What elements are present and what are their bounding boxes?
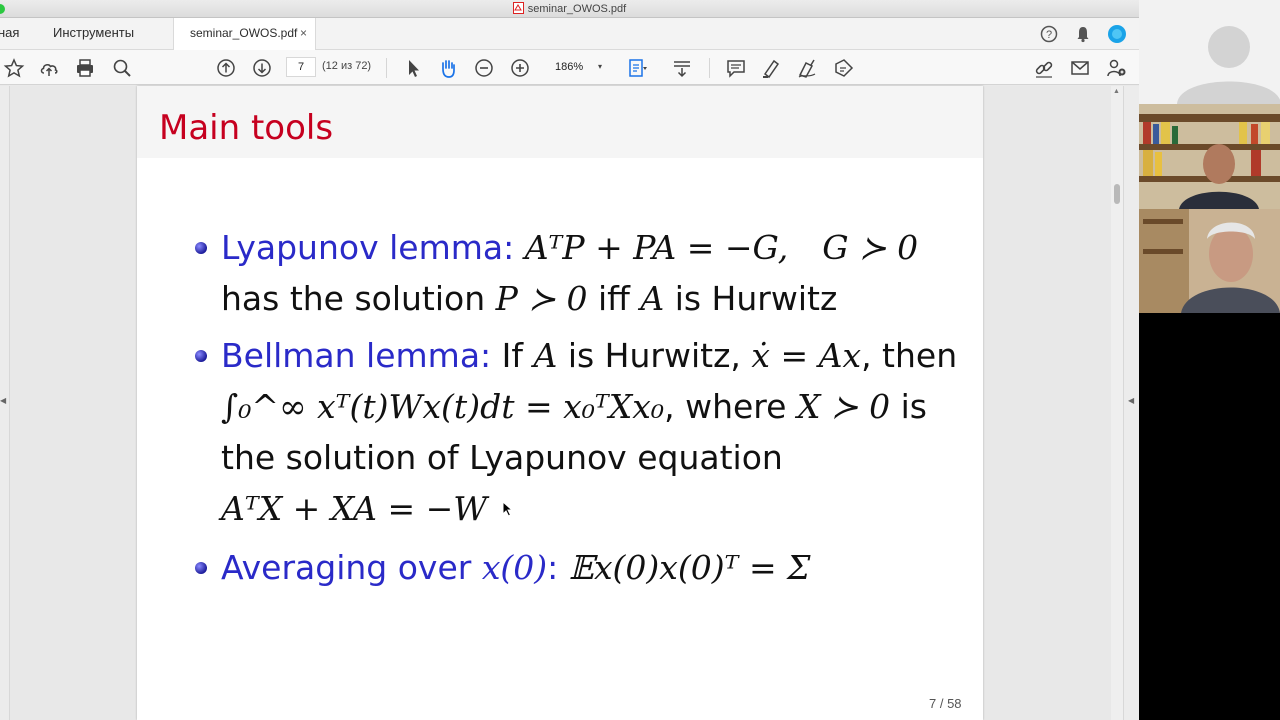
highlight-pen-icon[interactable] xyxy=(760,57,782,79)
print-icon[interactable] xyxy=(74,57,96,79)
static-text: , then xyxy=(861,336,958,375)
scroll-up-arrow-icon[interactable]: ▲ xyxy=(1113,88,1120,95)
static-text: If xyxy=(491,336,534,375)
list-item: Lyapunov lemma: AᵀP + PA = −G, G ≻ 0 has … xyxy=(191,222,971,324)
page-count-label: (12 из 72) xyxy=(322,60,372,72)
next-page-icon[interactable] xyxy=(251,57,273,79)
pdf-file-icon xyxy=(512,2,524,14)
help-icon[interactable]: ? xyxy=(1039,24,1059,44)
add-user-icon[interactable] xyxy=(1105,57,1127,79)
window-zoom-button[interactable] xyxy=(0,4,5,14)
slide-title: Main tools xyxy=(159,108,334,148)
static-text: , where xyxy=(664,387,797,426)
email-icon[interactable] xyxy=(1069,57,1091,79)
math-equation: G ≻ 0 xyxy=(822,228,919,267)
slide-line: Averaging over x(0): 𝔼x(0)x(0)ᵀ = Σ xyxy=(221,542,971,593)
zoom-level-select[interactable]: 186% ▾ xyxy=(540,57,610,77)
bookmark-star-icon[interactable] xyxy=(3,57,25,79)
svg-text:?: ? xyxy=(1046,29,1052,41)
scrollbar-thumb[interactable] xyxy=(1114,184,1120,204)
select-pointer-icon[interactable] xyxy=(402,57,424,79)
vertical-scrollbar[interactable]: ▲ xyxy=(1111,86,1123,720)
right-panel-toggle[interactable]: ◀ xyxy=(1123,86,1139,720)
chevron-left-icon: ◀ xyxy=(0,396,7,405)
fill-sign-icon[interactable] xyxy=(832,57,854,79)
toolbar-divider xyxy=(386,58,387,78)
participant-video-image xyxy=(1139,104,1280,209)
document-area[interactable]: ◀ Main tools Lyapunov lemma: AᵀP + PA = … xyxy=(0,86,1139,720)
fit-page-icon[interactable] xyxy=(626,57,648,79)
share-link-icon[interactable] xyxy=(1033,57,1055,79)
math-expression: X ≻ 0 xyxy=(796,387,891,426)
hand-tool-icon[interactable] xyxy=(437,57,459,79)
slide-line: ∫₀^∞ xᵀ(t)Wx(t)dt = x₀ᵀXx₀, where X ≻ 0 … xyxy=(221,381,971,432)
video-tile-participant[interactable] xyxy=(1139,104,1280,209)
video-tile-empty xyxy=(1139,313,1280,720)
left-panel-toggle[interactable]: ◀ xyxy=(0,86,10,720)
user-silhouette-icon xyxy=(1139,0,1280,104)
math-equation: AᵀP + PA = −G, xyxy=(524,228,789,267)
item-label-colon: : xyxy=(547,548,559,587)
bullet-icon xyxy=(195,350,207,362)
static-text: is Hurwitz xyxy=(664,279,838,318)
item-label-text: Averaging over xyxy=(221,548,482,587)
slide-line: has the solution P ≻ 0 iff A is Hurwitz xyxy=(221,273,971,324)
pdf-viewer-window: seminar_OWOS.pdf ная Инструменты seminar… xyxy=(0,0,1139,720)
notification-bell-icon[interactable] xyxy=(1073,24,1093,44)
window-title: seminar_OWOS.pdf xyxy=(527,3,627,15)
slide-line: Bellman lemma: If A is Hurwitz, ẋ = Ax, … xyxy=(221,330,971,381)
static-text: iff xyxy=(587,279,641,318)
page-number-input[interactable]: 7 xyxy=(286,57,316,77)
chevron-down-icon: ▾ xyxy=(597,62,602,71)
math-expression: x(0) xyxy=(481,548,548,587)
mouse-cursor-icon xyxy=(502,501,514,517)
tab-document[interactable]: seminar_OWOS.pdf × xyxy=(173,18,316,50)
tab-document-label: seminar_OWOS.pdf xyxy=(190,26,298,40)
main-toolbar: 7 (12 из 72) 186% ▾ xyxy=(0,50,1139,85)
upload-cloud-icon[interactable] xyxy=(38,57,60,79)
tab-home[interactable]: ная xyxy=(0,18,19,50)
math-equation: AᵀX + XA = −W xyxy=(221,489,488,528)
chevron-left-icon: ◀ xyxy=(1128,396,1135,405)
sign-icon[interactable] xyxy=(796,57,818,79)
slide-body: Lyapunov lemma: AᵀP + PA = −G, G ≻ 0 has … xyxy=(191,222,971,593)
search-icon[interactable] xyxy=(111,57,133,79)
item-label: Lyapunov lemma: xyxy=(221,228,515,267)
tab-tools[interactable]: Инструменты xyxy=(53,18,134,50)
item-label: Bellman lemma: xyxy=(221,336,492,375)
tab-bar: ная Инструменты seminar_OWOS.pdf × ? xyxy=(0,18,1139,50)
toolbar-divider xyxy=(709,58,710,78)
math-equation: 𝔼x(0)x(0)ᵀ = Σ xyxy=(568,548,811,587)
slide-title-bar: Main tools xyxy=(137,86,983,158)
bullet-icon xyxy=(195,562,207,574)
list-item: Bellman lemma: If A is Hurwitz, ẋ = Ax, … xyxy=(191,330,971,534)
slide-page-number: 7 / 58 xyxy=(929,696,962,711)
list-item: Averaging over x(0): 𝔼x(0)x(0)ᵀ = Σ xyxy=(191,542,971,593)
item-label: Averaging over x(0): xyxy=(221,548,558,587)
pdf-page: Main tools Lyapunov lemma: AᵀP + PA = −G… xyxy=(137,86,983,720)
bullet-icon xyxy=(195,242,207,254)
static-text: is xyxy=(890,387,927,426)
math-expression: A xyxy=(640,279,665,318)
static-text: has the solution xyxy=(221,279,496,318)
math-expression: P ≻ 0 xyxy=(495,279,588,318)
previous-page-icon[interactable] xyxy=(215,57,237,79)
zoom-out-icon[interactable] xyxy=(473,57,495,79)
window-titlebar: seminar_OWOS.pdf xyxy=(0,0,1139,18)
zoom-level-value: 186% xyxy=(555,61,584,73)
math-integral: ∫₀^∞ xᵀ(t)Wx(t)dt = x₀ᵀXx₀ xyxy=(221,387,665,426)
comment-icon[interactable] xyxy=(725,57,747,79)
participant-video-image xyxy=(1139,209,1280,313)
tab-close-button[interactable]: × xyxy=(300,18,307,48)
account-avatar-icon[interactable] xyxy=(1107,24,1127,44)
video-tile-placeholder[interactable] xyxy=(1139,0,1280,104)
video-tile-participant[interactable] xyxy=(1139,209,1280,313)
slide-line: the solution of Lyapunov equation xyxy=(221,438,783,477)
math-expression: A xyxy=(533,336,558,375)
zoom-in-icon[interactable] xyxy=(509,57,531,79)
slide-line: Lyapunov lemma: AᵀP + PA = −G, G ≻ 0 xyxy=(221,222,971,273)
math-expression: ẋ = Ax xyxy=(751,336,862,375)
scroll-mode-icon[interactable] xyxy=(671,57,693,79)
static-text: is Hurwitz, xyxy=(557,336,752,375)
